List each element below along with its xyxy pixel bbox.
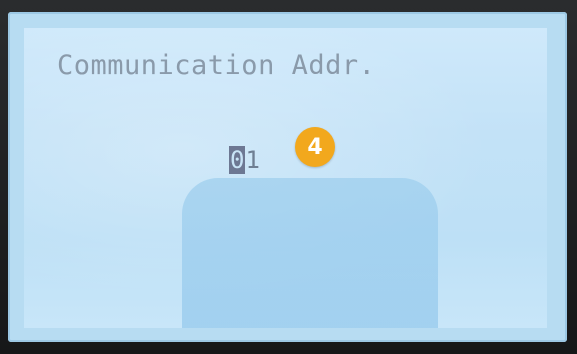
screen-title: Communication Addr.	[57, 50, 376, 81]
cursor-digit[interactable]: 0	[229, 146, 246, 174]
screen-reflection	[182, 178, 438, 328]
lcd-screen: Communication Addr. 0 1 4	[24, 28, 547, 328]
step-badge: 4	[295, 127, 335, 167]
address-value[interactable]: 0 1	[229, 146, 260, 174]
address-digits: 1	[245, 146, 260, 174]
device-bezel: Communication Addr. 0 1 4	[0, 0, 577, 354]
lcd-frame: Communication Addr. 0 1 4	[8, 12, 567, 342]
